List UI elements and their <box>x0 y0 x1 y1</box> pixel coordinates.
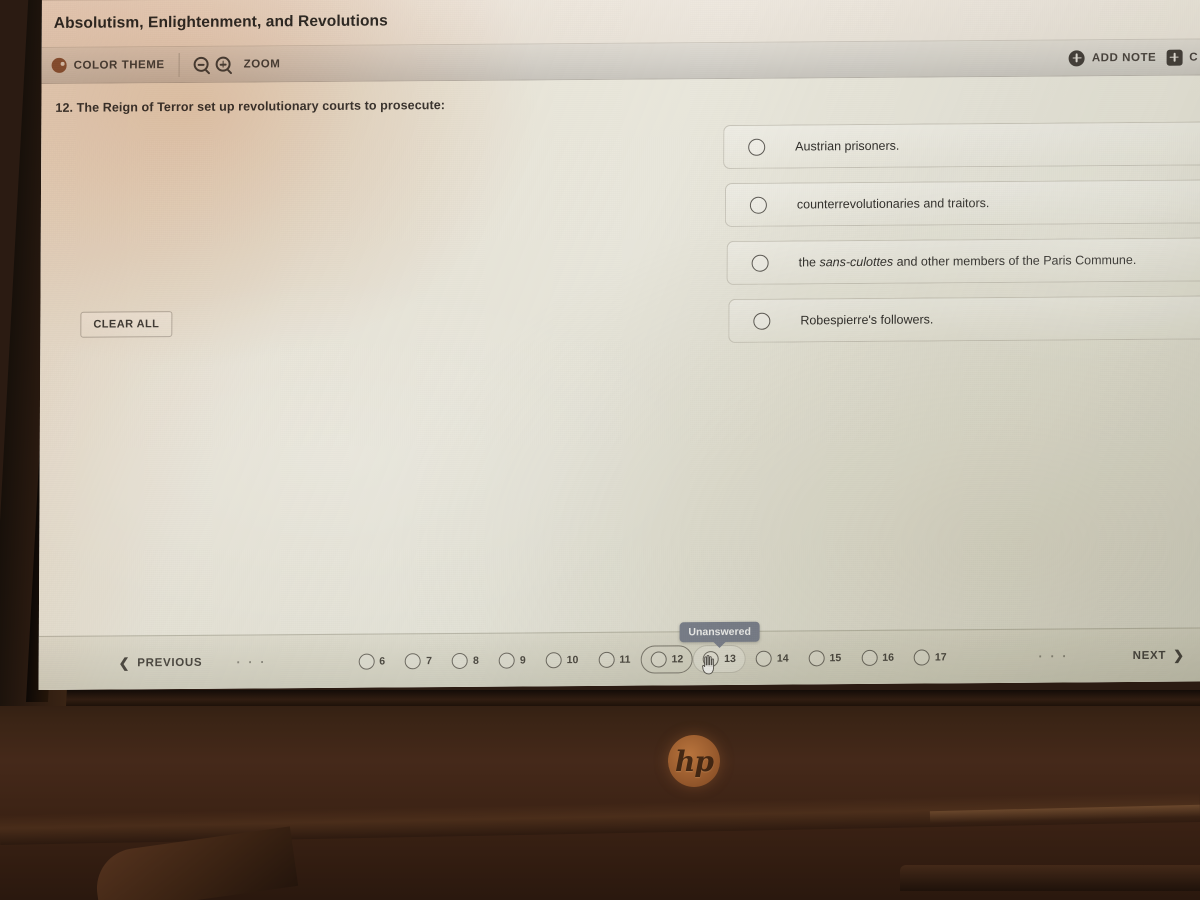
page-ring-icon <box>358 653 375 670</box>
radio-button[interactable] <box>753 312 771 330</box>
plus-square-icon <box>1166 49 1183 66</box>
answer-option-label: Austrian prisoners. <box>795 138 900 154</box>
answer-options-list: Austrian prisoners. counterrevolutionari… <box>722 121 1200 357</box>
question-text: 12. The Reign of Terror set up revolutio… <box>55 98 446 115</box>
page-number-label: 10 <box>566 653 579 666</box>
answer-option[interactable]: counterrevolutionaries and traitors. <box>724 179 1200 227</box>
page-number-label: 8 <box>472 654 479 667</box>
page-ring-icon <box>913 648 930 666</box>
page-title: Absolutism, Enlightenment, and Revolutio… <box>53 12 388 32</box>
laptop-hinge <box>0 690 1200 706</box>
hp-logo-text: hp <box>675 744 714 778</box>
page-number-14[interactable]: 14 <box>746 644 799 672</box>
page-number-7[interactable]: 7 <box>395 647 442 675</box>
page-ring-icon <box>405 652 422 669</box>
page-number-12-current[interactable]: 12 <box>640 644 694 674</box>
trailing-ellipsis: · · · <box>1038 648 1069 664</box>
page-ring-icon <box>598 651 615 668</box>
toolbar-divider <box>178 52 180 77</box>
page-number-label: 6 <box>379 654 386 668</box>
page-number-11[interactable]: 11 <box>588 645 640 673</box>
zoom-out-icon[interactable] <box>193 56 209 72</box>
page-number-16[interactable]: 16 <box>851 643 904 671</box>
add-highlight-label: C <box>1189 51 1198 64</box>
radio-button[interactable] <box>751 254 769 272</box>
answer-option[interactable]: Robespierre's followers. <box>728 295 1200 343</box>
unanswered-tooltip: Unanswered <box>679 621 760 642</box>
zoom-in-icon[interactable] <box>215 56 231 72</box>
laptop-screen: ata.heldu.net/bookmarks bladaca Zoom Sky… <box>38 0 1200 691</box>
page-ring-icon <box>755 650 772 667</box>
previous-label: PREVIOUS <box>137 656 203 669</box>
page-number-list: 6 7 8 9 10 11 12 Unanswered 13 14 15 16 … <box>266 621 1038 676</box>
chevron-left-icon: ❮ <box>118 654 131 670</box>
radio-button[interactable] <box>748 138 766 156</box>
next-label: NEXT <box>1132 649 1167 662</box>
page-number-label: 7 <box>426 654 433 667</box>
page-number-17[interactable]: 17 <box>904 643 957 671</box>
answer-option[interactable]: Austrian prisoners. <box>723 121 1200 170</box>
zoom-label: ZOOM <box>243 57 281 71</box>
page-number-label: 11 <box>619 653 631 666</box>
add-highlight-button[interactable]: C <box>1166 49 1198 66</box>
answer-option-label: Robespierre's followers. <box>800 312 934 328</box>
next-button[interactable]: NEXT ❯ <box>1133 647 1185 663</box>
radio-button[interactable] <box>749 196 767 214</box>
page-number-8[interactable]: 8 <box>442 646 489 674</box>
page-number-label: 12 <box>671 652 684 665</box>
page-ring-icon <box>451 652 469 669</box>
color-theme-label: COLOR THEME <box>73 58 165 72</box>
page-ring-icon <box>545 651 562 668</box>
page-ring-icon <box>808 649 825 666</box>
clear-all-button[interactable]: CLEAR ALL <box>80 311 173 338</box>
palmrest-vent <box>900 865 1200 891</box>
page-ring-icon <box>703 650 720 667</box>
page-number-9[interactable]: 9 <box>489 646 536 674</box>
page-number-label: 16 <box>882 651 894 664</box>
color-theme-button[interactable]: COLOR THEME <box>51 57 165 73</box>
add-note-label: ADD NOTE <box>1091 51 1157 64</box>
answer-option-label: counterrevolutionaries and traitors. <box>796 196 990 212</box>
page-ring-icon <box>498 652 515 669</box>
leading-ellipsis: · · · <box>236 654 267 670</box>
page-ring-icon <box>861 649 878 666</box>
page-number-6[interactable]: 6 <box>348 647 395 675</box>
answer-option-label: the sans-culottes and other members of t… <box>798 252 1137 270</box>
question-pager: ❮ PREVIOUS · · · 6 7 8 9 10 11 12 Unansw… <box>38 621 1200 691</box>
previous-button[interactable]: ❮ PREVIOUS <box>119 654 203 671</box>
palette-icon <box>51 57 67 73</box>
photo-scene: hp ata.heldu.net/bookmarks bladaca Zoom <box>0 0 1200 900</box>
chevron-right-icon: ❯ <box>1173 647 1185 663</box>
page-number-10[interactable]: 10 <box>536 645 589 673</box>
answer-option[interactable]: the sans-culottes and other members of t… <box>726 237 1200 285</box>
question-content: 12. The Reign of Terror set up revolutio… <box>38 75 1200 691</box>
hp-logo: hp <box>668 735 720 787</box>
page-number-15[interactable]: 15 <box>798 644 851 672</box>
page-number-label: 9 <box>519 653 526 666</box>
page-number-label: 17 <box>934 650 947 663</box>
plus-circle-icon <box>1068 49 1085 66</box>
page-number-label: 14 <box>776 652 789 665</box>
page-ring-icon <box>650 650 667 668</box>
add-note-button[interactable]: ADD NOTE <box>1068 49 1157 66</box>
page-number-13-hovered[interactable]: Unanswered 13 <box>679 621 760 674</box>
page-number-label: 13 <box>724 652 736 665</box>
page-number-label: 15 <box>829 651 842 664</box>
